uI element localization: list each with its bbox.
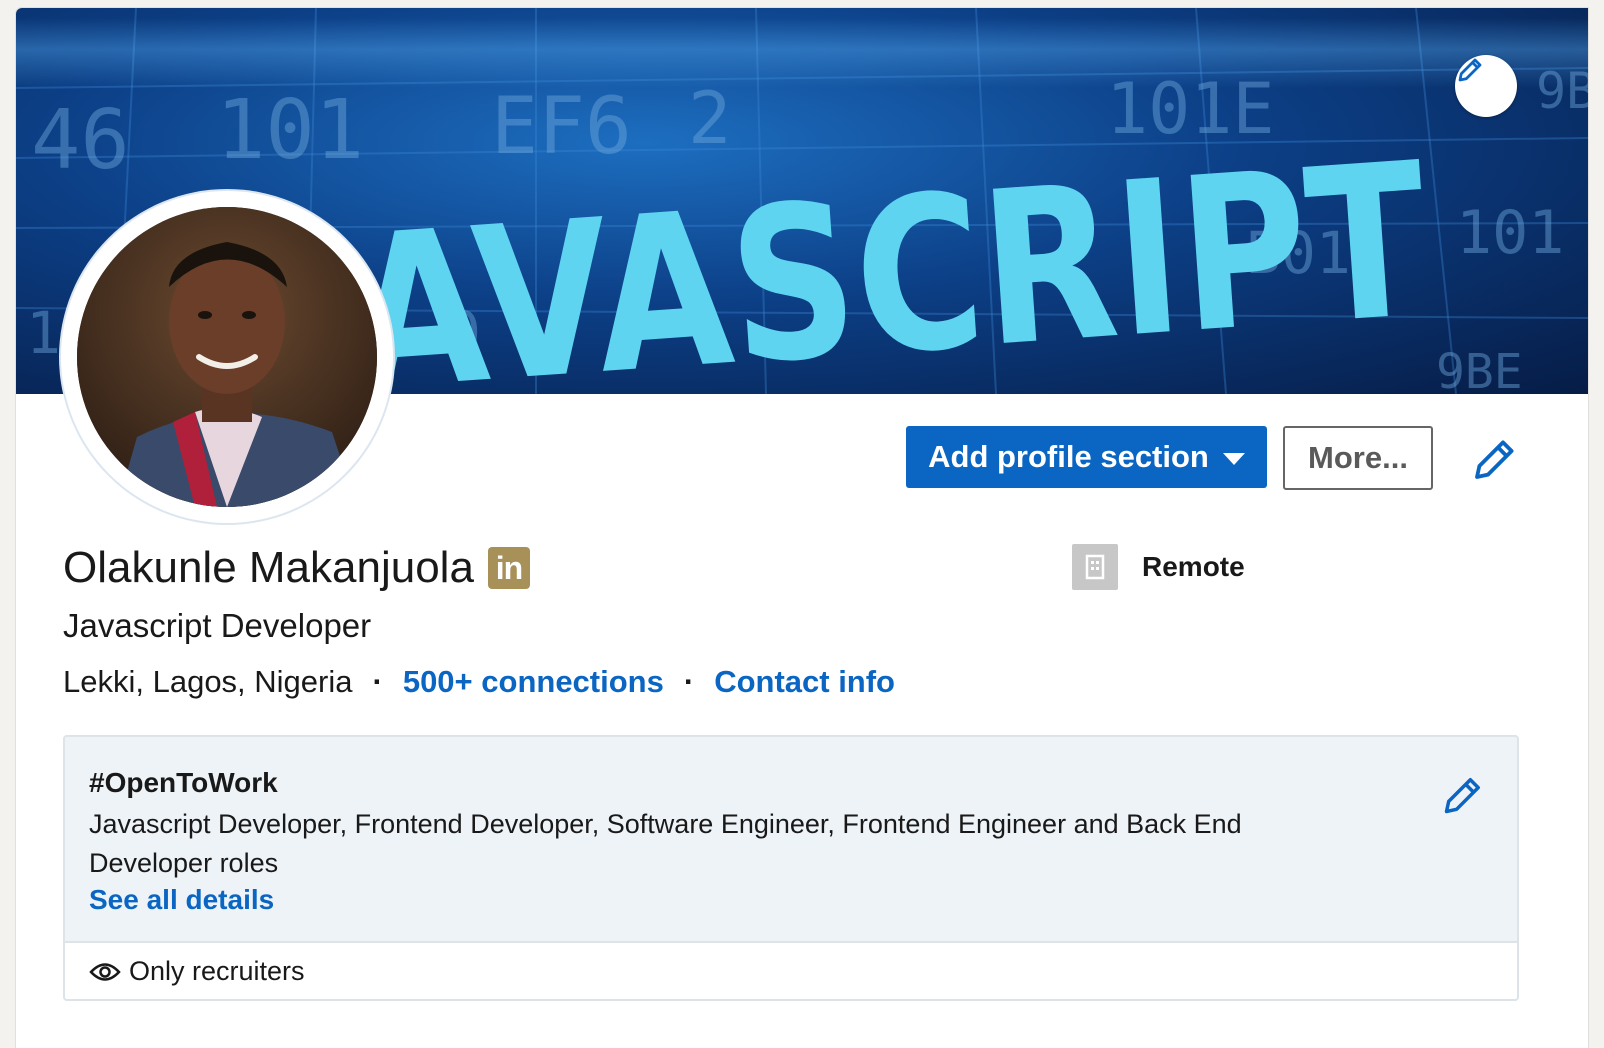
visibility-row: Only recruiters [89,956,305,987]
banner-title: JAVASCRIPT [270,117,1434,394]
separator-dot: · [372,664,383,699]
open-to-work-card: #OpenToWork Javascript Developer, Fronte… [63,735,1519,1001]
edit-intro-pencil-icon[interactable] [1471,435,1519,483]
open-to-work-summary: #OpenToWork Javascript Developer, Fronte… [65,737,1517,941]
open-to-work-roles: Javascript Developer, Frontend Developer… [89,809,1242,878]
edit-open-to-work-pencil-icon[interactable] [1441,773,1485,817]
visibility-label: Only recruiters [129,956,305,986]
profile-name: Olakunle Makanjuola [63,543,474,592]
profile-meta-row: Lekki, Lagos, Nigeria · 500+ connections… [63,662,895,702]
more-button[interactable]: More... [1283,426,1433,490]
current-company[interactable]: Remote [1072,544,1245,590]
banner-code-4: 2 [688,76,731,160]
avatar-portrait [77,207,377,507]
add-profile-section-button[interactable]: Add profile section [906,426,1267,488]
banner-code-6: 101 [1456,198,1564,268]
profile-location: Lekki, Lagos, Nigeria [63,664,353,699]
edit-banner-button[interactable] [1455,55,1517,117]
banner-code-2: 101 [216,83,364,178]
building-icon [1072,544,1118,590]
linkedin-premium-badge-icon: in [487,547,530,589]
see-all-details-link[interactable]: See all details [89,883,274,917]
divider [65,941,1517,943]
banner-code-1: 46 [31,93,130,188]
banner-code-7: 9B [1536,62,1588,120]
connections-link[interactable]: 500+ connections [403,662,664,702]
profile-photo-image [77,207,377,507]
banner-code-8: 9BE [1436,344,1523,394]
profile-photo[interactable] [61,191,393,523]
separator-dot: · [683,664,695,699]
caret-down-icon [1222,452,1245,465]
banner-code-3: EF6 [491,82,632,172]
open-to-work-title: #OpenToWork [89,767,278,798]
add-profile-section-label: Add profile section [928,439,1209,474]
profile-card: 46 101 EF6 2 101E 101 9B 9BE B01 10 0 JA… [16,8,1588,1048]
eye-icon [89,962,121,981]
profile-name-row: Olakunle Makanjuola in [63,540,530,596]
profile-headline: Javascript Developer [63,607,372,644]
pencil-icon [1458,58,1482,82]
company-name: Remote [1142,551,1245,582]
contact-info-link[interactable]: Contact info [714,662,895,702]
